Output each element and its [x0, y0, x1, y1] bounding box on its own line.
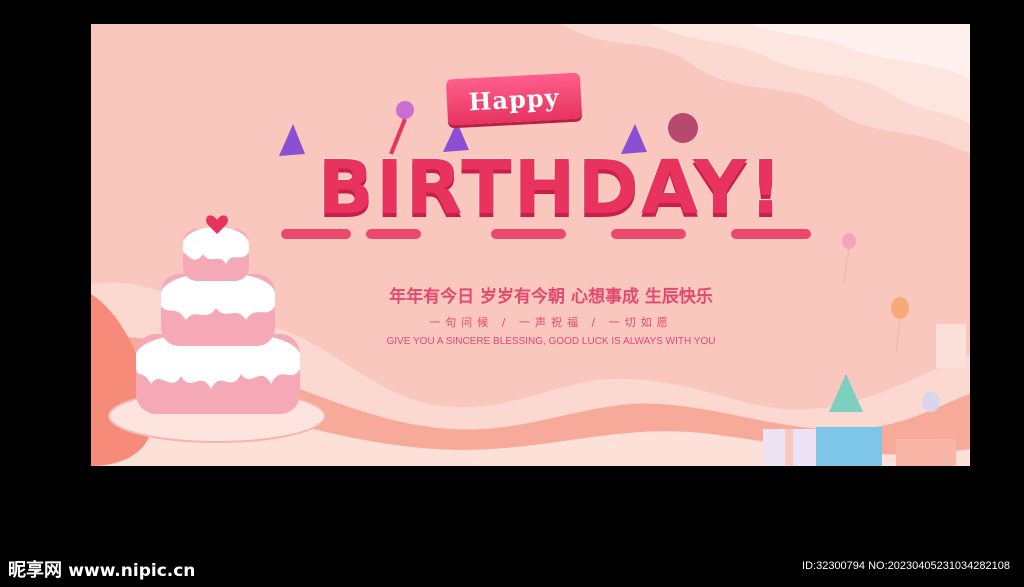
blessing-text: 年年有今日 岁岁有今朝 心想事成 生辰快乐 — [389, 287, 713, 307]
balloon-icon — [891, 297, 909, 319]
birthday-banner: Happy BIRTHDAY! 年年有今日 岁岁有今朝 心想事成 生辰快乐 一句… — [91, 24, 970, 466]
lollipop-icon — [396, 101, 414, 119]
subtitle-text: 一句问候 / 一声祝福 / 一切如愿 — [429, 316, 673, 329]
site-watermark: 昵享网 www.nipic.cn — [8, 556, 195, 582]
balloon-icon — [668, 113, 698, 143]
image-id: ID:32300794 NO:20230405231034282108 — [802, 560, 1010, 572]
site-name: 昵享网 — [8, 560, 62, 581]
birthday-title: BIRTHDAY! — [317, 145, 785, 231]
title-drip — [611, 229, 686, 239]
title-drip — [491, 229, 566, 239]
happy-text: Happy — [467, 82, 561, 116]
english-text: GIVE YOU A SINCERE BLESSING, GOOD LUCK I… — [386, 336, 716, 347]
title-drip — [731, 229, 811, 239]
site-url: www.nipic.cn — [68, 561, 196, 581]
happy-sign: Happy — [445, 72, 583, 126]
title-drip — [281, 229, 351, 239]
title-drip — [366, 229, 421, 239]
party-hat-icon — [829, 374, 863, 412]
